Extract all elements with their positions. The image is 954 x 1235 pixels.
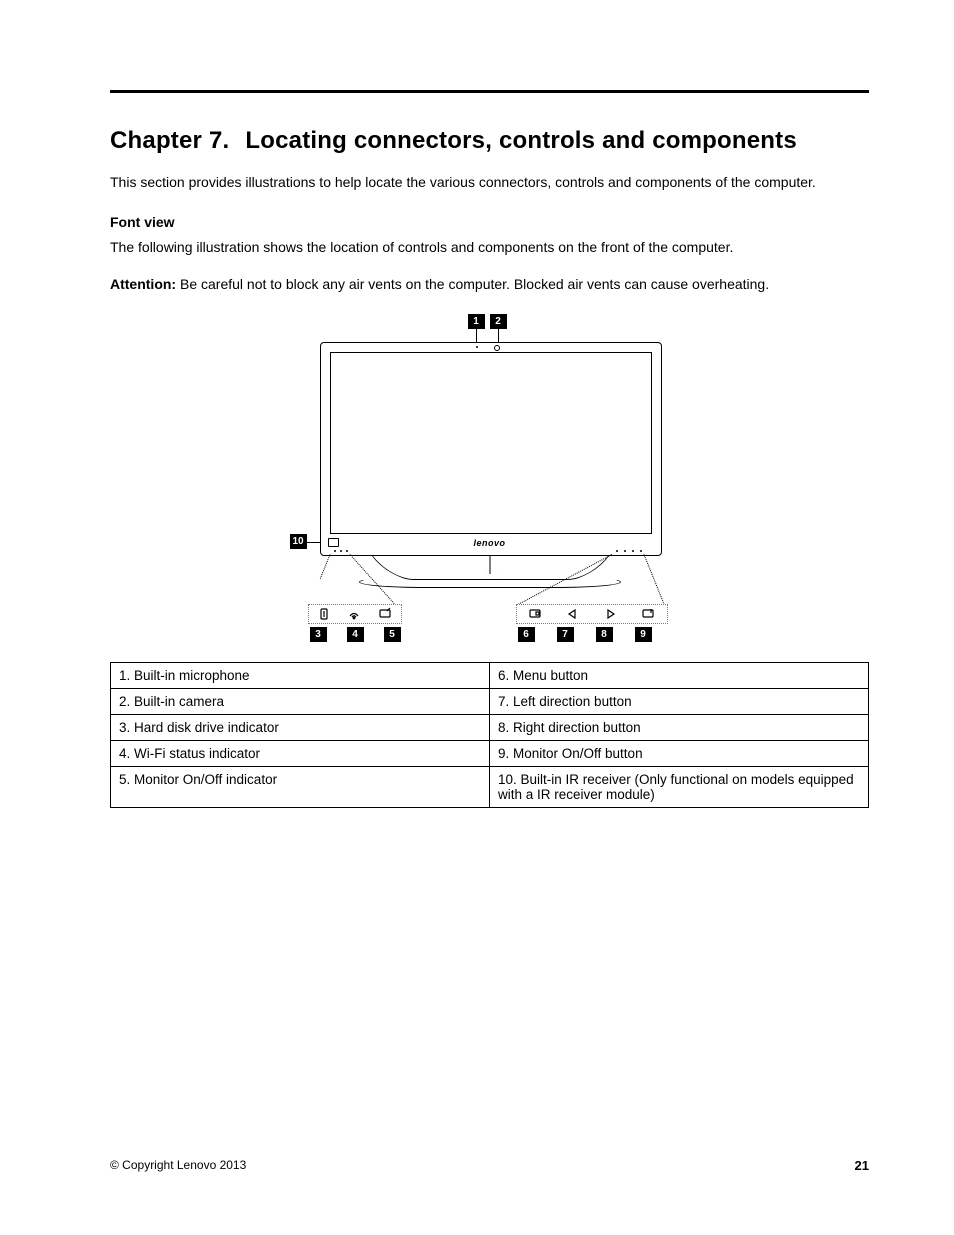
callout-8: 8: [596, 627, 613, 642]
legend-cell: 3. Hard disk drive indicator: [111, 714, 490, 740]
legend-cell: 9. Monitor On/Off button: [490, 740, 869, 766]
callout-3: 3: [310, 627, 327, 642]
right-arrow-icon: [601, 607, 619, 621]
left-arrow-icon: [564, 607, 582, 621]
front-view-figure: 1 2 10 lenovo: [290, 314, 690, 644]
callout-6: 6: [518, 627, 535, 642]
intro-paragraph: This section provides illustrations to h…: [110, 173, 869, 192]
camera-icon: [494, 345, 500, 351]
table-row: 1. Built-in microphone 6. Menu button: [111, 662, 869, 688]
zoom-leader: [643, 554, 664, 604]
attention-paragraph: Attention: Be careful not to block any a…: [110, 275, 869, 294]
legend-cell: 8. Right direction button: [490, 714, 869, 740]
hdd-indicator-icon: [315, 607, 333, 621]
wifi-indicator-icon: [345, 607, 363, 621]
callout-row-left: 3 4 5: [310, 627, 401, 642]
monitor-indicator-icon: [376, 607, 394, 621]
bezel-dot: [334, 550, 336, 552]
callout-9: 9: [635, 627, 652, 642]
callout-5: 5: [384, 627, 401, 642]
attention-label: Attention:: [110, 276, 176, 292]
page-footer: © Copyright Lenovo 2013 21: [110, 1158, 869, 1173]
section-heading: Font view: [110, 214, 869, 230]
table-row: 5. Monitor On/Off indicator 10. Built-in…: [111, 766, 869, 807]
legend-cell: 5. Monitor On/Off indicator: [111, 766, 490, 807]
legend-cell: 4. Wi-Fi status indicator: [111, 740, 490, 766]
chapter-title: Chapter 7. Locating connectors, controls …: [110, 127, 869, 155]
callout-4: 4: [347, 627, 364, 642]
detail-view-left: [308, 604, 402, 624]
copyright-text: © Copyright Lenovo 2013: [110, 1158, 246, 1173]
table-row: 4. Wi-Fi status indicator 9. Monitor On/…: [111, 740, 869, 766]
bezel-dot: [340, 550, 342, 552]
bezel-dot: [346, 550, 348, 552]
bezel-dot: [632, 550, 634, 552]
chapter-label: Chapter 7.: [110, 127, 229, 154]
figure-container: 1 2 10 lenovo: [110, 314, 869, 644]
detail-view-right: [516, 604, 668, 624]
bezel-dot: [640, 550, 642, 552]
page-number: 21: [855, 1158, 869, 1173]
legend-table: 1. Built-in microphone 6. Menu button 2.…: [110, 662, 869, 808]
legend-cell: 10. Built-in IR receiver (Only functiona…: [490, 766, 869, 807]
section-intro: The following illustration shows the loc…: [110, 238, 869, 257]
power-button-icon: [639, 607, 657, 621]
callout-2: 2: [490, 314, 507, 329]
header-rule: [110, 90, 869, 93]
brand-logo: lenovo: [290, 538, 690, 548]
callout-7: 7: [557, 627, 574, 642]
attention-text: Be careful not to block any air vents on…: [180, 276, 769, 292]
callout-row-right: 6 7 8 9: [518, 627, 652, 642]
document-page: Chapter 7. Locating connectors, controls …: [0, 0, 954, 1235]
menu-button-icon: [526, 607, 544, 621]
callout-1: 1: [468, 314, 485, 329]
table-row: 3. Hard disk drive indicator 8. Right di…: [111, 714, 869, 740]
chapter-name: Locating connectors, controls and compon…: [245, 127, 797, 154]
stand-neck: [489, 556, 491, 574]
monitor-screen: [330, 352, 652, 534]
legend-cell: 2. Built-in camera: [111, 688, 490, 714]
legend-cell: 6. Menu button: [490, 662, 869, 688]
table-row: 2. Built-in camera 7. Left direction but…: [111, 688, 869, 714]
legend-cell: 7. Left direction button: [490, 688, 869, 714]
legend-cell: 1. Built-in microphone: [111, 662, 490, 688]
bezel-dot: [624, 550, 626, 552]
bezel-dot: [616, 550, 618, 552]
microphone-icon: [476, 346, 478, 348]
stand-base: [359, 576, 621, 588]
zoom-leader: [319, 554, 330, 578]
